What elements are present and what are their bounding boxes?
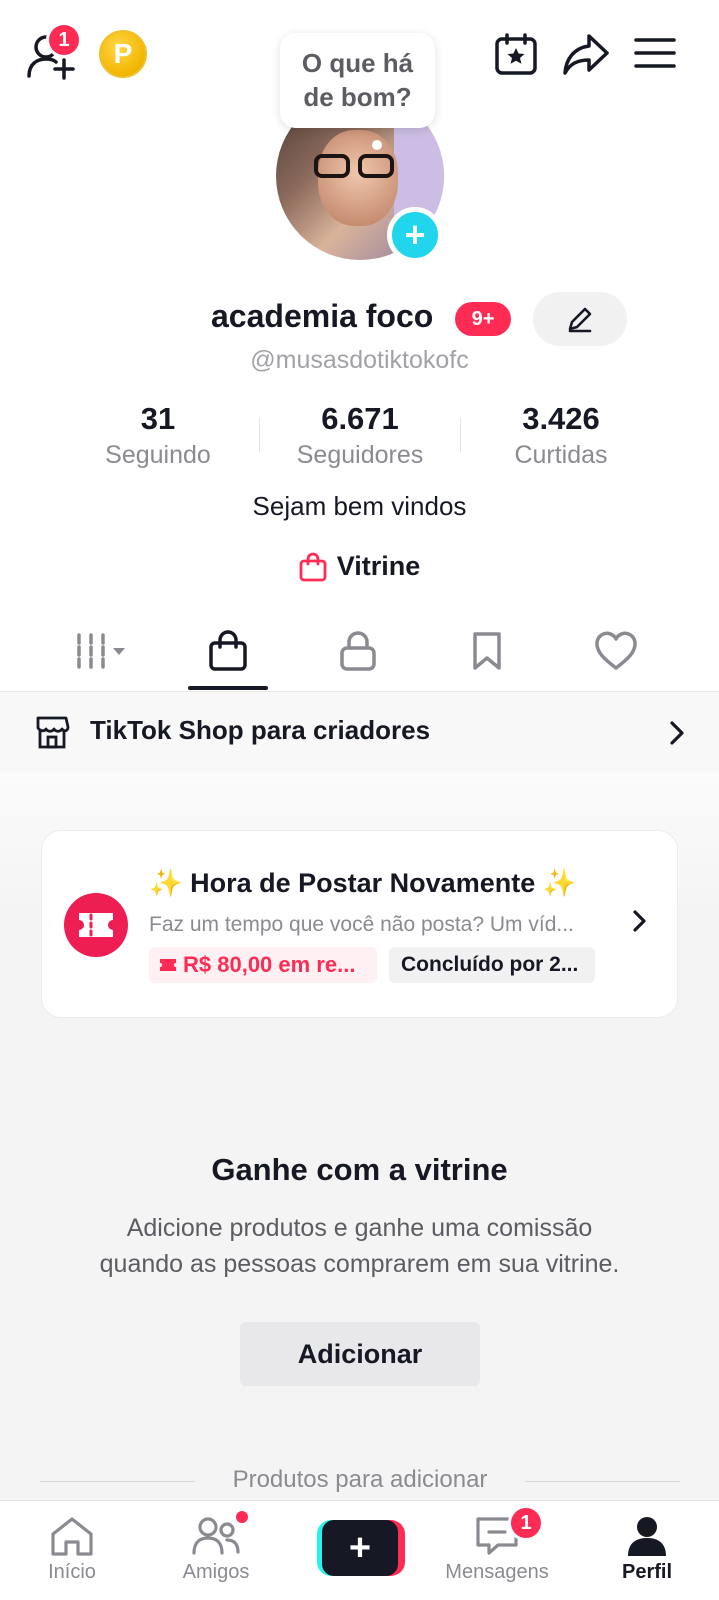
profile-handle: @musasdotiktokofc <box>250 346 469 374</box>
nav-friends[interactable]: Amigos <box>151 1515 281 1584</box>
tiktok-shop-row[interactable]: TikTok Shop para criadores <box>0 692 719 772</box>
task-subtitle: Faz um tempo que você não posta? Um víd.… <box>149 913 574 936</box>
friend-requests-badge: 1 <box>46 22 82 58</box>
profile-stats: 31 Seguindo 6.671 Seguidores 3.426 Curti… <box>0 400 719 470</box>
add-products-button[interactable]: Adicionar <box>240 1322 480 1386</box>
profile-tabs <box>0 612 719 692</box>
separator-line <box>525 1481 680 1482</box>
edit-profile-button[interactable] <box>533 292 627 346</box>
task-reward-text: R$ 80,00 em re... <box>183 952 356 977</box>
nav-home[interactable]: Início <box>7 1515 137 1584</box>
profile-bio: Sejam bem vindos <box>252 491 467 521</box>
ticket-icon <box>64 893 128 957</box>
story-prompt-line2: de bom? <box>303 82 412 112</box>
stat-likes[interactable]: 3.426 Curtidas <box>461 400 661 472</box>
notification-badge[interactable]: 9+ <box>455 302 511 336</box>
active-tab-indicator <box>188 686 268 690</box>
friends-notification-dot <box>234 1509 250 1525</box>
bookmark-icon <box>473 632 501 670</box>
bubble-tail <box>372 140 382 150</box>
storefront-icon <box>36 716 70 749</box>
chevron-right-icon <box>633 910 646 932</box>
menu-button[interactable] <box>632 30 678 76</box>
promo-title: Ganhe com a vitrine <box>211 1152 508 1187</box>
nav-profile-label: Perfil <box>621 1561 673 1583</box>
tab-saved[interactable] <box>437 612 537 690</box>
avatar-glasses <box>314 154 400 180</box>
calendar-button[interactable] <box>492 30 540 78</box>
profile-person-icon <box>628 1517 666 1556</box>
promo-desc-line1: Adicione produtos e ganhe uma comissão <box>126 1214 593 1242</box>
task-reward: R$ 80,00 em re... <box>149 947 377 983</box>
ticket-small-icon <box>160 959 176 971</box>
stat-label: Seguidores <box>296 441 424 469</box>
stat-value: 31 <box>140 401 176 436</box>
vitrine-label: Vitrine <box>336 551 421 581</box>
tab-private[interactable] <box>308 612 408 690</box>
tiktok-shop-label: TikTok Shop para criadores <box>90 715 431 745</box>
friends-icon <box>192 1517 240 1555</box>
tab-liked[interactable] <box>566 612 666 690</box>
profile-name-row: academia foco 9+ <box>0 290 719 346</box>
stat-following[interactable]: 31 Seguindo <box>58 400 258 472</box>
products-section-label: Produtos para adicionar <box>232 1466 488 1493</box>
tab-videos[interactable] <box>53 612 153 690</box>
task-due: Concluído por 2... <box>389 947 595 983</box>
plus-icon: + <box>322 1520 398 1576</box>
promo-desc-line2: quando as pessoas comprarem em sua vitri… <box>99 1250 620 1278</box>
messages-badge: 1 <box>508 1505 544 1541</box>
pencil-icon <box>568 307 592 333</box>
home-icon <box>51 1517 93 1556</box>
chevron-right-icon <box>670 721 684 745</box>
share-profile-button[interactable] <box>560 28 612 80</box>
calendar-star-icon <box>495 33 537 75</box>
heart-icon <box>595 631 637 670</box>
create-video-button[interactable]: + <box>317 1520 405 1576</box>
coins-icon[interactable]: P <box>99 30 147 78</box>
add-friends-button[interactable]: 1 <box>24 22 82 82</box>
hamburger-menu-icon <box>634 38 676 68</box>
promo-description: Adicione produtos e ganhe uma comissão q… <box>0 1210 719 1282</box>
task-title: ✨ Hora de Postar Novamente ✨ <box>149 868 577 898</box>
nav-home-label: Início <box>48 1561 96 1583</box>
profile-name: academia foco <box>211 298 434 334</box>
story-prompt-line1: O que há <box>301 48 414 78</box>
grid-icon <box>77 633 125 669</box>
lock-icon <box>340 631 376 671</box>
nav-friends-label: Amigos <box>182 1561 250 1583</box>
story-prompt-bubble[interactable]: O que há de bom? <box>280 33 435 128</box>
stat-followers[interactable]: 6.671 Seguidores <box>260 400 460 472</box>
add-story-button[interactable]: + <box>387 207 443 263</box>
stat-value: 6.671 <box>321 401 399 436</box>
nav-messages-label: Mensagens <box>445 1561 549 1583</box>
task-card[interactable]: ✨ Hora de Postar Novamente ✨ Faz um temp… <box>41 830 678 1018</box>
products-section-header: Produtos para adicionar <box>40 1466 680 1496</box>
shopping-bag-icon <box>299 552 327 581</box>
nav-profile[interactable]: Perfil <box>582 1515 712 1584</box>
stat-label: Curtidas <box>514 441 608 469</box>
share-arrow-icon <box>563 34 609 75</box>
stat-value: 3.426 <box>522 401 600 436</box>
tab-vitrine[interactable] <box>178 612 278 690</box>
vitrine-link[interactable]: Vitrine <box>0 551 719 582</box>
stat-label: Seguindo <box>105 441 211 469</box>
shopping-bag-icon <box>209 630 247 671</box>
